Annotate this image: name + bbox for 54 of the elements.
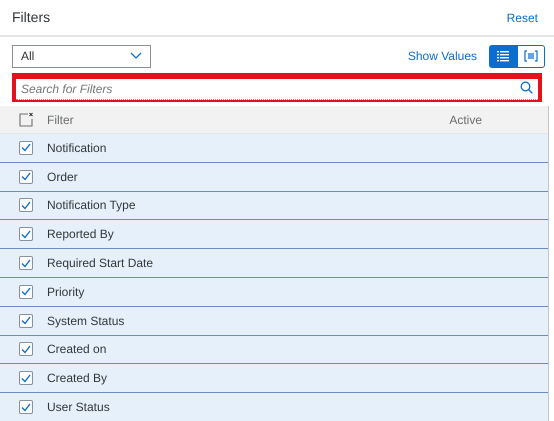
filter-name: System Status xyxy=(47,312,124,330)
checkmark-icon xyxy=(21,172,31,182)
filter-row[interactable]: Notification Type xyxy=(0,192,548,220)
checkbox[interactable] xyxy=(19,400,33,414)
checkbox[interactable] xyxy=(19,342,33,356)
filter-name: Created on xyxy=(47,341,106,358)
filter-name: User Status xyxy=(47,399,110,416)
checkmark-icon xyxy=(21,287,31,296)
filter-name: Required Start Date xyxy=(47,255,154,272)
filter-row[interactable]: Priority xyxy=(0,278,548,307)
search-field[interactable]: Search for Filters xyxy=(16,79,538,100)
bracket-list-icon xyxy=(524,50,538,62)
checkmark-icon xyxy=(21,230,31,239)
checkmark-icon xyxy=(21,316,31,326)
checkbox[interactable] xyxy=(19,227,33,242)
filter-name: Notification xyxy=(47,140,106,157)
checkmark-icon xyxy=(21,344,31,354)
checkbox[interactable] xyxy=(19,284,33,299)
checkmark-icon xyxy=(21,374,31,383)
column-header: Active xyxy=(449,112,482,128)
filter-dropdown[interactable]: All xyxy=(12,44,151,68)
reset-link[interactable]: Reset xyxy=(506,8,538,26)
checkmark-icon xyxy=(21,402,31,412)
checkbox[interactable] xyxy=(19,314,33,328)
filter-name: Priority xyxy=(47,284,84,301)
checkmark-icon xyxy=(21,258,31,268)
filter-name: Order xyxy=(47,168,78,186)
checkbox[interactable] xyxy=(19,371,33,386)
filter-name: Created By xyxy=(47,370,108,388)
search-icon[interactable] xyxy=(520,81,533,94)
checkmark-icon xyxy=(21,200,31,210)
filter-name: Reported By xyxy=(47,226,114,244)
checkbox[interactable] xyxy=(19,170,33,184)
view-toggle-button[interactable] xyxy=(517,44,545,68)
checkbox[interactable] xyxy=(19,198,33,212)
filter-row[interactable]: System Status xyxy=(0,306,548,336)
show-values-link[interactable]: Show Values xyxy=(408,47,477,65)
filter-row[interactable]: Created By xyxy=(0,364,548,394)
filter-row[interactable]: User Status xyxy=(0,393,548,421)
filter-row[interactable]: Reported By xyxy=(0,220,548,250)
panel-title: Filters xyxy=(12,8,50,27)
checkbox[interactable] xyxy=(19,256,33,270)
checkmark-icon xyxy=(21,143,31,152)
filter-row[interactable]: Required Start Date xyxy=(0,249,548,278)
filter-row[interactable]: Created on xyxy=(0,336,548,364)
filter-row[interactable]: Notification xyxy=(0,134,548,163)
clear-selection-icon[interactable] xyxy=(19,112,34,127)
chevron-down-icon xyxy=(130,52,142,60)
checkbox[interactable] xyxy=(19,140,33,155)
list-icon xyxy=(497,50,509,62)
filter-name: Notification Type xyxy=(47,197,136,214)
column-header: Filter xyxy=(47,112,74,128)
filter-row[interactable]: Order xyxy=(0,162,548,192)
view-toggle-button[interactable] xyxy=(489,44,517,68)
